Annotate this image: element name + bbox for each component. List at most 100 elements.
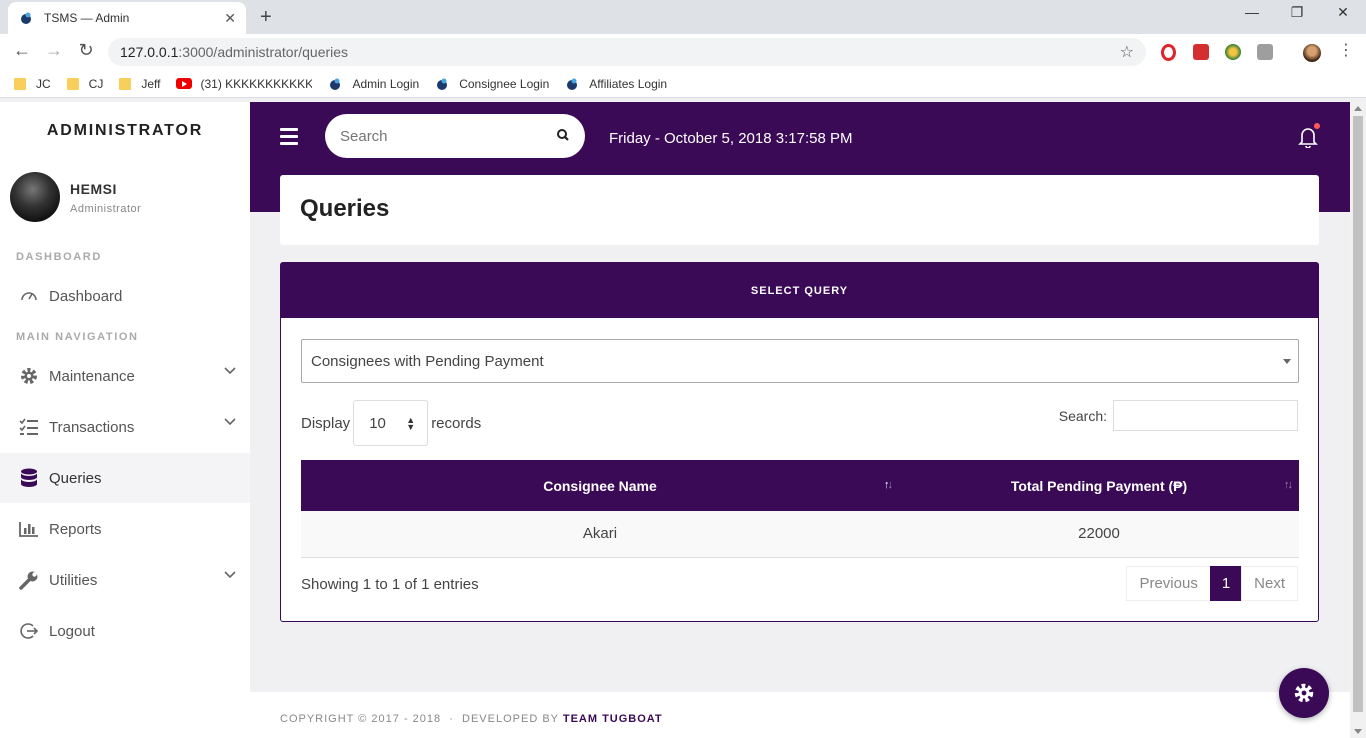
sidebar-item-utilities[interactable]: Utilities bbox=[0, 555, 250, 605]
browser-tab[interactable]: TSMS — Admin ✕ bbox=[8, 2, 246, 34]
page-title-card: Queries bbox=[280, 175, 1319, 245]
new-tab-button[interactable]: + bbox=[260, 6, 272, 29]
column-header-total-pending-payment[interactable]: Total Pending Payment (₱) ↑↓ bbox=[899, 460, 1299, 511]
chevron-down-icon bbox=[224, 418, 236, 426]
length-control: Display 10 ▲ ▼ records bbox=[301, 400, 481, 446]
bookmark-affiliates-login[interactable]: Affiliates Login bbox=[565, 77, 667, 91]
folder-icon bbox=[119, 77, 132, 90]
tab-close-icon[interactable]: ✕ bbox=[224, 10, 236, 27]
notification-bell-icon[interactable] bbox=[1298, 123, 1320, 153]
page-1-button[interactable]: 1 bbox=[1209, 566, 1243, 601]
gear-icon bbox=[1294, 683, 1314, 703]
bookmark-star-icon[interactable]: ☆ bbox=[1120, 42, 1134, 62]
page-title: Queries bbox=[300, 195, 390, 222]
page-scrollbar[interactable] bbox=[1350, 102, 1366, 738]
pagination: Previous 1 Next bbox=[1126, 566, 1298, 601]
display-label: Display bbox=[301, 414, 351, 432]
footer-text: COPYRIGHT © 2017 - 2018 · DEVELOPED BY T… bbox=[280, 713, 663, 725]
table-row: Akari 22000 bbox=[301, 511, 1299, 558]
restore-icon[interactable]: ❐ bbox=[1282, 4, 1312, 21]
notification-dot bbox=[1314, 123, 1320, 129]
next-page-button[interactable]: Next bbox=[1241, 566, 1298, 601]
logout-icon bbox=[18, 620, 40, 642]
query-select[interactable]: Consignees with Pending Payment bbox=[301, 339, 1299, 383]
site-favicon-icon bbox=[567, 78, 578, 90]
browser-toolbar: ← → ↻ i 127.0.0.1:3000/administrator/que… bbox=[0, 34, 1366, 367]
sidebar-item-dashboard[interactable]: Dashboard bbox=[0, 271, 250, 321]
sidebar-item-label: Logout bbox=[49, 622, 95, 640]
results-table: Consignee Name ↑↓ Total Pending Payment … bbox=[301, 460, 1299, 558]
sidebar-item-reports[interactable]: Reports bbox=[0, 504, 250, 554]
sidebar-item-label: Transactions bbox=[49, 418, 135, 436]
sidebar-item-label: Maintenance bbox=[49, 367, 135, 385]
profile-avatar-icon[interactable] bbox=[1303, 44, 1321, 62]
database-icon bbox=[18, 467, 40, 489]
sidebar-item-label: Dashboard bbox=[49, 287, 123, 305]
bookmark-cj[interactable]: CJ bbox=[66, 77, 103, 91]
folder-icon bbox=[14, 77, 26, 90]
bookmark-jc[interactable]: JC bbox=[14, 77, 51, 91]
minimize-icon[interactable]: — bbox=[1237, 4, 1267, 20]
sidebar-item-label: Queries bbox=[49, 469, 102, 487]
scrollbar-thumb[interactable] bbox=[1353, 116, 1363, 712]
hamburger-menu-icon[interactable] bbox=[280, 128, 298, 149]
sort-both-icon: ↑↓ bbox=[1284, 479, 1293, 491]
bookmark-admin-login[interactable]: Admin Login bbox=[328, 77, 419, 91]
sidebar-brand: ADMINISTRATOR bbox=[46, 122, 204, 139]
sidebar: ADMINISTRATOR HEMSI Administrator DASHBO… bbox=[0, 102, 250, 738]
scroll-down-icon[interactable] bbox=[1354, 729, 1362, 734]
bookmark-consignee-login[interactable]: Consignee Login bbox=[435, 77, 549, 91]
column-header-consignee-name[interactable]: Consignee Name ↑↓ bbox=[301, 460, 899, 511]
opera-extension-icon[interactable] bbox=[1161, 44, 1176, 61]
records-per-page-select[interactable]: 10 ▲ ▼ bbox=[353, 400, 429, 446]
bookmarks-bar: JC CJ Jeff (31) KKKKKKKKKKKK Admin Login… bbox=[0, 70, 1366, 98]
back-icon[interactable]: ← bbox=[10, 40, 34, 61]
sidebar-item-label: Reports bbox=[49, 520, 102, 538]
youtube-icon bbox=[176, 78, 193, 89]
sidebar-item-queries[interactable]: Queries bbox=[0, 453, 250, 503]
chevron-down-icon bbox=[224, 571, 236, 579]
bookmark-youtube[interactable]: (31) KKKKKKKKKKKK bbox=[176, 77, 312, 91]
main-content: Friday - October 5, 2018 3:17:58 PM Quer… bbox=[250, 102, 1350, 738]
gauge-icon bbox=[18, 285, 40, 307]
tab-title: TSMS — Admin bbox=[44, 11, 130, 25]
menu-dots-icon[interactable]: ⋮ bbox=[1334, 40, 1358, 60]
footer: COPYRIGHT © 2017 - 2018 · DEVELOPED BY T… bbox=[250, 692, 1350, 738]
settings-fab-button[interactable] bbox=[1279, 668, 1329, 718]
address-bar[interactable]: i 127.0.0.1:3000/administrator/queries ☆ bbox=[108, 38, 1146, 367]
footer-team-link[interactable]: TEAM TUGBOAT bbox=[563, 713, 663, 725]
sidebar-item-transactions[interactable]: Transactions bbox=[0, 402, 250, 452]
cell-consignee-name: Akari bbox=[301, 511, 899, 558]
forward-icon[interactable]: → bbox=[42, 40, 66, 61]
table-search-input[interactable] bbox=[1113, 400, 1298, 431]
user-name: HEMSI bbox=[70, 181, 117, 197]
app-root: ADMINISTRATOR HEMSI Administrator DASHBO… bbox=[0, 102, 1366, 738]
window-close-icon[interactable]: ✕ bbox=[1328, 4, 1358, 21]
bookmark-jeff[interactable]: Jeff bbox=[119, 77, 160, 91]
sidebar-item-logout[interactable]: Logout bbox=[0, 606, 250, 656]
header-search bbox=[325, 114, 585, 158]
globe-extension-icon[interactable] bbox=[1225, 44, 1241, 60]
search-input[interactable] bbox=[340, 127, 540, 145]
dropdown-arrow-icon bbox=[1283, 359, 1291, 364]
site-favicon-icon bbox=[330, 78, 341, 90]
section-main-navigation: MAIN NAVIGATION bbox=[16, 331, 139, 343]
query-panel: SELECT QUERY Consignees with Pending Pay… bbox=[280, 262, 1319, 622]
current-datetime: Friday - October 5, 2018 3:17:58 PM bbox=[609, 130, 853, 147]
reload-icon[interactable]: ↻ bbox=[74, 40, 98, 61]
camera-extension-icon[interactable] bbox=[1257, 44, 1273, 60]
sidebar-item-label: Utilities bbox=[49, 571, 98, 589]
video-extension-icon[interactable] bbox=[1193, 44, 1209, 60]
table-search: Search: bbox=[1059, 400, 1298, 431]
search-icon[interactable] bbox=[556, 128, 570, 142]
query-select-value: Consignees with Pending Payment bbox=[311, 352, 544, 370]
gear-icon bbox=[18, 365, 40, 387]
scroll-up-icon[interactable] bbox=[1354, 106, 1362, 111]
cell-total-pending-payment: 22000 bbox=[899, 511, 1299, 558]
url-path: :3000/administrator/queries bbox=[178, 44, 349, 60]
checklist-icon bbox=[18, 416, 40, 438]
avatar bbox=[10, 172, 60, 222]
site-favicon-icon bbox=[18, 10, 34, 26]
sidebar-item-maintenance[interactable]: Maintenance bbox=[0, 351, 250, 401]
previous-page-button[interactable]: Previous bbox=[1126, 566, 1211, 601]
